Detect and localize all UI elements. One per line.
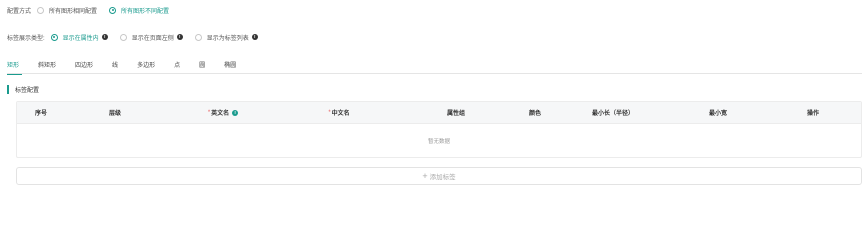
column-header-min-length: 最小长（半径） — [555, 108, 671, 117]
required-mark: * — [328, 109, 331, 116]
radio-same-config[interactable]: 所有图形相同配置 — [37, 6, 97, 15]
label-display-title: 标签展示类型: — [7, 35, 45, 42]
radio-circle[interactable] — [50, 33, 58, 41]
radio-circle[interactable] — [109, 6, 117, 14]
radio-label: 显示在属性内 — [62, 35, 99, 42]
column-header-label: 最小宽 — [708, 111, 727, 117]
column-header-label: 最小长（半径） — [591, 111, 634, 117]
info-icon[interactable]: ! — [176, 34, 183, 40]
section-accent-bar — [7, 84, 9, 94]
column-header-attribute-group: 属性组 — [397, 108, 515, 117]
radio-circle[interactable] — [194, 33, 202, 41]
column-header-label: 层级 — [108, 111, 121, 117]
plus-icon: + — [422, 171, 428, 181]
column-header-index: 序号 — [17, 108, 65, 117]
column-header-label: 操作 — [806, 111, 819, 117]
info-icon[interactable]: ! — [251, 34, 258, 40]
tab-oblique-rectangle[interactable]: 斜矩形 — [38, 60, 62, 74]
column-header-english-name: * 英文名! — [165, 108, 281, 117]
section-title-text: 标签配置 — [15, 87, 40, 94]
radio-show-in-attributes[interactable]: 显示在属性内 ! — [50, 33, 108, 42]
column-header-label: 属性组 — [446, 111, 465, 117]
column-header-label: 英文名 — [211, 111, 230, 117]
tab-polygon[interactable]: 多边形 — [137, 60, 161, 74]
radio-label: 显示在页面左侧 — [131, 35, 174, 42]
radio-label: 所有图形相同配置 — [49, 8, 98, 15]
column-header-level: 层级 — [65, 108, 165, 117]
add-label-button-text: 添加标签 — [429, 174, 456, 181]
table-body: 暂无数据 — [17, 124, 861, 157]
column-header-chinese-name: * 中文名 — [281, 108, 397, 118]
add-label-button[interactable]: + 添加标签 — [16, 167, 862, 185]
radio-circle[interactable] — [37, 6, 45, 14]
radio-label: 所有图形不同配置 — [121, 8, 170, 15]
column-header-color: 颜色 — [515, 108, 555, 117]
radio-circle[interactable] — [119, 33, 127, 41]
section-title: 标签配置 — [7, 84, 39, 94]
info-icon[interactable]: ! — [101, 34, 108, 40]
radio-show-label-list[interactable]: 显示为标签列表 ! — [194, 33, 258, 42]
column-header-actions: 操作 — [765, 108, 861, 117]
tab-ellipse[interactable]: 椭圆 — [224, 60, 242, 74]
column-header-label: 颜色 — [528, 111, 541, 117]
column-header-label: 中文名 — [331, 111, 350, 117]
tab-rectangle[interactable]: 矩形 — [7, 60, 25, 75]
config-mode-title: 配置方式 — [7, 8, 32, 15]
label-display-row: 标签展示类型: 显示在属性内 ! 显示在页面左侧 ! 显示为标签列表 ! — [7, 32, 270, 42]
column-header-label: 序号 — [34, 111, 47, 117]
info-icon[interactable]: ! — [232, 109, 239, 116]
tab-quadrilateral[interactable]: 四边形 — [75, 60, 99, 74]
radio-different-config[interactable]: 所有图形不同配置 — [109, 6, 169, 15]
radio-label: 显示为标签列表 — [206, 35, 249, 42]
shape-tabs: 矩形 斜矩形 四边形 线 多边形 点 圆 椭圆 — [7, 60, 862, 75]
column-header-min-width: 最小宽 — [671, 108, 765, 117]
required-mark: * — [207, 109, 211, 116]
empty-state-text: 暂无数据 — [427, 138, 450, 145]
config-mode-row: 配置方式 所有图形相同配置 所有图形不同配置 — [7, 5, 181, 15]
radio-show-left-side[interactable]: 显示在页面左侧 ! — [119, 33, 183, 42]
tab-circle[interactable]: 圆 — [199, 60, 211, 74]
tab-point[interactable]: 点 — [174, 60, 186, 74]
tab-line[interactable]: 线 — [112, 60, 124, 74]
table-header: 序号 层级 * 英文名! * 中文名 属性组 颜色 最小长（半径） 最小宽 操作 — [17, 102, 861, 124]
label-table: 序号 层级 * 英文名! * 中文名 属性组 颜色 最小长（半径） 最小宽 操作 暂… — [16, 101, 862, 158]
